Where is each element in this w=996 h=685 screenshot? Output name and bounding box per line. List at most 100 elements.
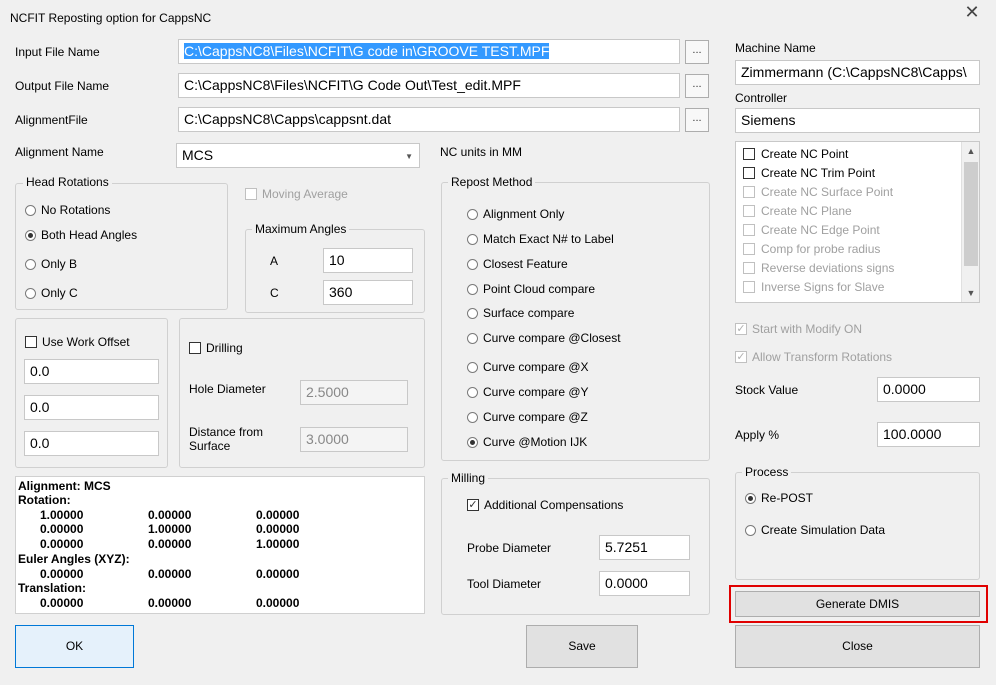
euler-cell: 0.00000 <box>40 567 84 581</box>
list-item[interactable]: Inverse Signs for Slave <box>736 277 979 296</box>
alignment-file-browse-button[interactable]: ... <box>685 108 709 132</box>
work-offset-y-field[interactable]: 0.0 <box>24 395 159 420</box>
angle-c-label: C <box>270 286 279 300</box>
scroll-up-icon[interactable]: ▲ <box>962 142 979 160</box>
ok-button[interactable]: OK <box>15 625 134 668</box>
translation-label: Translation: <box>18 581 87 595</box>
radio-match-exact[interactable]: Match Exact N# to Label <box>467 232 614 246</box>
translation-cell: 0.00000 <box>256 596 300 610</box>
radio-closest-feature[interactable]: Closest Feature <box>467 257 568 271</box>
radio-selected-icon <box>467 436 478 448</box>
list-item[interactable]: Comp for probe radius <box>736 239 979 258</box>
additional-compensations-checkbox[interactable]: ✓ Additional Compensations <box>467 498 623 512</box>
radio-both-head-angles[interactable]: Both Head Angles <box>25 228 137 242</box>
matrix-cell: 0.00000 <box>40 522 84 536</box>
apply-percent-field[interactable]: 100.0000 <box>877 422 980 447</box>
radio-surface-compare[interactable]: Surface compare <box>467 306 574 320</box>
radio-only-c[interactable]: Only C <box>25 286 78 300</box>
angle-a-field[interactable]: 10 <box>323 248 413 273</box>
input-file-field[interactable]: C:\CappsNC8\Files\NCFIT\G code in\GROOVE… <box>178 39 680 64</box>
radio-icon <box>467 386 478 398</box>
checkbox-icon <box>245 188 257 200</box>
drilling-checkbox[interactable]: Drilling <box>189 341 243 355</box>
hole-diameter-field[interactable]: 2.5000 <box>300 380 408 405</box>
angle-c-field[interactable]: 360 <box>323 280 413 305</box>
process-title: Process <box>742 465 792 479</box>
stock-value-label: Stock Value <box>735 383 799 397</box>
radio-icon <box>467 361 478 373</box>
stock-value-field[interactable]: 0.0000 <box>877 377 980 402</box>
checkbox-icon <box>743 261 755 274</box>
radio-re-post[interactable]: Re-POST <box>745 491 813 505</box>
radio-icon <box>745 524 756 536</box>
input-file-label: Input File Name <box>15 45 100 59</box>
nc-point-options-list[interactable]: Create NC Point Create NC Trim Point Cre… <box>735 141 980 303</box>
head-rotations-title: Head Rotations <box>23 175 112 189</box>
alignment-file-field[interactable]: C:\CappsNC8\Capps\cappsnt.dat <box>178 107 680 132</box>
radio-curve-x[interactable]: Curve compare @X <box>467 360 589 374</box>
work-offset-x-field[interactable]: 0.0 <box>24 359 159 384</box>
list-item[interactable]: Create NC Edge Point <box>736 220 979 239</box>
list-scrollbar[interactable]: ▲ ▼ <box>961 142 979 302</box>
matrix-cell: 0.00000 <box>256 522 300 536</box>
checkbox-icon <box>743 242 755 255</box>
angle-a-label: A <box>270 254 279 268</box>
machine-name-field[interactable]: Zimmermann (C:\CappsNC8\Capps\ <box>735 60 980 85</box>
alignment-name-select[interactable]: MCS ▼ <box>176 143 420 168</box>
probe-diameter-field[interactable]: 5.7251 <box>599 535 690 560</box>
scroll-down-icon[interactable]: ▼ <box>962 284 979 302</box>
radio-only-b[interactable]: Only B <box>25 257 77 271</box>
translation-cell: 0.00000 <box>148 596 192 610</box>
probe-diameter-label: Probe Diameter <box>467 541 552 555</box>
close-button[interactable]: Close <box>735 625 980 668</box>
radio-curve-closest[interactable]: Curve compare @Closest <box>467 331 621 345</box>
radio-curve-motion-ijk[interactable]: Curve @Motion IJK <box>467 435 587 449</box>
start-modify-checkbox[interactable]: ✓ Start with Modify ON <box>735 322 862 336</box>
checkbox-icon <box>743 147 755 160</box>
euler-cell: 0.00000 <box>256 567 300 581</box>
radio-icon <box>25 258 36 270</box>
output-file-browse-button[interactable]: ... <box>685 74 709 98</box>
save-button[interactable]: Save <box>526 625 638 668</box>
radio-icon <box>467 258 478 270</box>
radio-create-simulation[interactable]: Create Simulation Data <box>745 523 885 537</box>
allow-transform-checkbox[interactable]: ✓ Allow Transform Rotations <box>735 350 892 364</box>
scrollbar-thumb[interactable] <box>964 162 978 266</box>
output-file-field[interactable]: C:\CappsNC8\Files\NCFIT\G Code Out\Test_… <box>178 73 680 98</box>
radio-curve-z[interactable]: Curve compare @Z <box>467 410 588 424</box>
checkbox-icon <box>743 166 755 179</box>
list-item[interactable]: Create NC Surface Point <box>736 182 979 201</box>
radio-icon <box>467 332 478 344</box>
list-item[interactable]: Create NC Point <box>736 144 979 163</box>
close-icon[interactable]: ✕ <box>962 2 982 22</box>
rotation-label: Rotation: <box>18 493 71 507</box>
radio-curve-y[interactable]: Curve compare @Y <box>467 385 589 399</box>
max-angles-title: Maximum Angles <box>252 222 350 236</box>
controller-field[interactable]: Siemens <box>735 108 980 133</box>
generate-dmis-button[interactable]: Generate DMIS <box>735 591 980 617</box>
distance-field[interactable]: 3.0000 <box>300 427 408 452</box>
tool-diameter-label: Tool Diameter <box>467 577 542 591</box>
apply-percent-label: Apply % <box>735 428 780 442</box>
moving-average-checkbox[interactable]: Moving Average <box>245 187 348 201</box>
radio-point-cloud[interactable]: Point Cloud compare <box>467 282 595 296</box>
list-item[interactable]: Create NC Trim Point <box>736 163 979 182</box>
work-offset-z-field[interactable]: 0.0 <box>24 431 159 456</box>
radio-no-rotations[interactable]: No Rotations <box>25 203 110 217</box>
matrix-cell: 1.00000 <box>40 508 84 522</box>
radio-icon <box>467 283 478 295</box>
alignment-info-header: Alignment: MCS <box>18 479 111 493</box>
euler-label: Euler Angles (XYZ): <box>18 552 130 566</box>
checkbox-icon <box>189 342 201 354</box>
input-file-browse-button[interactable]: ... <box>685 40 709 64</box>
list-item[interactable]: Create NC Plane <box>736 201 979 220</box>
use-work-offset-checkbox[interactable]: Use Work Offset <box>25 335 130 349</box>
matrix-cell: 1.00000 <box>256 537 300 551</box>
tool-diameter-field[interactable]: 0.0000 <box>599 571 690 596</box>
list-item[interactable]: Reverse deviations signs <box>736 258 979 277</box>
radio-alignment-only[interactable]: Alignment Only <box>467 207 564 221</box>
checkmark-icon: ✓ <box>467 499 479 511</box>
euler-cell: 0.00000 <box>148 567 192 581</box>
radio-selected-icon <box>745 492 756 504</box>
window-title: NCFIT Reposting option for CappsNC <box>10 11 212 25</box>
